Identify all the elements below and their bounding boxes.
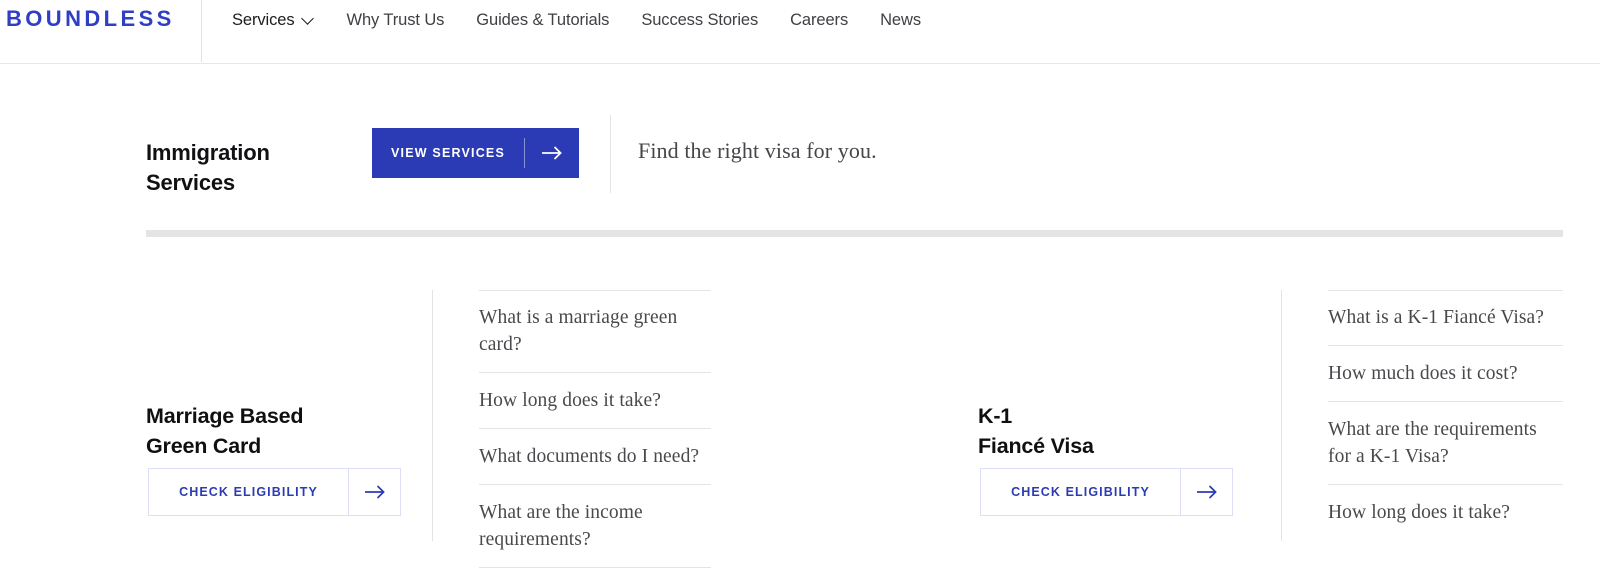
check-eligibility-label: CHECK ELIGIBILITY <box>981 485 1180 499</box>
check-eligibility-label: CHECK ELIGIBILITY <box>149 485 348 499</box>
faq-item[interactable]: How much does it cost? <box>1328 345 1563 401</box>
faq-item[interactable]: What are the requirements for a K-1 Visa… <box>1328 401 1563 484</box>
nav-item-success-stories[interactable]: Success Stories <box>625 9 774 31</box>
hero-vertical-divider <box>610 115 611 193</box>
nav-item-label: Why Trust Us <box>346 9 444 31</box>
faq-item[interactable]: What are the income requirements? <box>479 484 711 567</box>
hero-tagline: Find the right visa for you. <box>638 138 877 164</box>
nav-item-careers[interactable]: Careers <box>774 9 864 31</box>
main-navigation: Services Why Trust Us Guides & Tutorials… <box>216 9 937 31</box>
chevron-down-icon <box>303 13 314 24</box>
faq-item[interactable]: What is a marriage green card? <box>479 290 711 372</box>
faq-item[interactable]: What documents do I need? <box>479 428 711 484</box>
service-card-k-1-fiance-visa: K-1 Fiancé Visa CHECK ELIGIBILITY What i… <box>978 270 1563 541</box>
view-services-button[interactable]: VIEW SERVICES <box>372 128 579 178</box>
service-title-line-2: Green Card <box>146 434 261 458</box>
faq-list: What is a K-1 Fiancé Visa? How much does… <box>1281 290 1563 541</box>
faq-item[interactable]: What is a K-1 Fiancé Visa? <box>1328 290 1563 345</box>
nav-item-label: Careers <box>790 9 848 31</box>
faq-item[interactable]: How long does it take? <box>479 372 711 428</box>
nav-item-news[interactable]: News <box>864 9 937 31</box>
nav-item-label: Services <box>232 9 294 31</box>
service-title-line-1: Marriage Based <box>146 404 303 428</box>
faq-list: What is a marriage green card? How long … <box>432 290 711 541</box>
section-divider-bar <box>146 230 1563 237</box>
hero-section: Immigration Services VIEW SERVICES Find … <box>146 118 1566 188</box>
service-title-line-1: K-1 <box>978 404 1012 428</box>
service-card-marriage-based-green-card: Marriage Based Green Card CHECK ELIGIBIL… <box>146 270 711 541</box>
arrow-right-icon <box>525 145 579 161</box>
arrow-right-icon <box>349 484 400 500</box>
check-eligibility-button[interactable]: CHECK ELIGIBILITY <box>148 468 401 516</box>
service-title-line-2: Fiancé Visa <box>978 434 1094 458</box>
page-title: Immigration Services <box>146 138 346 198</box>
arrow-right-icon <box>1181 484 1232 500</box>
hero-title-line-1: Immigration <box>146 140 270 165</box>
nav-item-why-trust-us[interactable]: Why Trust Us <box>330 9 460 31</box>
faq-item[interactable]: How long does it take? <box>1328 484 1563 540</box>
nav-item-services[interactable]: Services <box>216 9 330 31</box>
header-vertical-divider <box>201 0 202 62</box>
service-title: Marriage Based Green Card <box>146 401 426 461</box>
site-header: BOUNDLESS Services Why Trust Us Guides &… <box>0 0 1600 64</box>
nav-item-label: Guides & Tutorials <box>476 9 609 31</box>
service-title: K-1 Fiancé Visa <box>978 401 1258 461</box>
check-eligibility-button[interactable]: CHECK ELIGIBILITY <box>980 468 1233 516</box>
nav-item-guides-tutorials[interactable]: Guides & Tutorials <box>460 9 625 31</box>
view-services-label: VIEW SERVICES <box>372 146 524 160</box>
nav-item-label: News <box>880 9 921 31</box>
nav-item-label: Success Stories <box>641 9 758 31</box>
hero-title-line-2: Services <box>146 170 235 195</box>
brand-logo[interactable]: BOUNDLESS <box>6 8 175 30</box>
